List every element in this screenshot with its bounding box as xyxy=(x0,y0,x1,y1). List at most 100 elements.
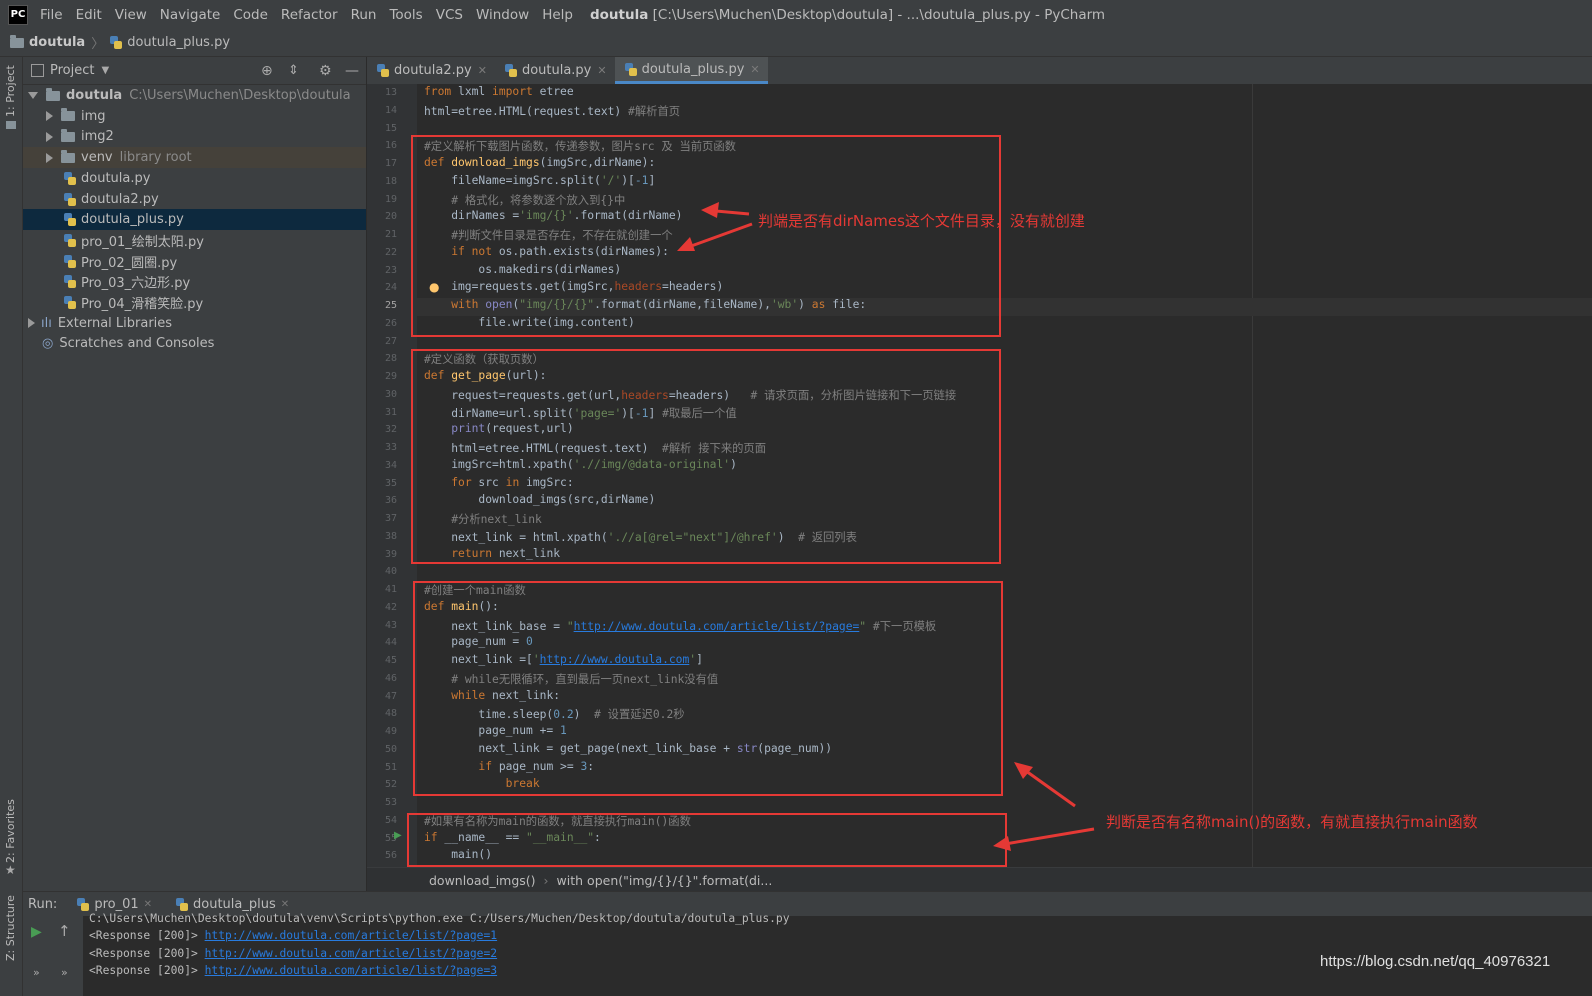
tab-doutula2-py[interactable]: doutula2.py ✕ xyxy=(367,57,495,84)
project-view-selector[interactable]: Project xyxy=(50,63,94,78)
breadcrumb-file[interactable]: doutula_plus.py xyxy=(127,35,230,50)
tree-item-label: Scratches and Consoles xyxy=(59,336,215,352)
menu-bar: PC File Edit View Navigate Code Refactor Run To… xyxy=(0,0,1592,30)
project-tool-button[interactable]: 1: Project xyxy=(4,65,17,117)
tree-item[interactable]: Pro_02_圆圈.py xyxy=(23,251,366,272)
menu-item-view[interactable]: View xyxy=(115,7,147,23)
collapse-arrow-icon[interactable] xyxy=(28,318,35,329)
response-text: <Response [200]> xyxy=(89,929,205,942)
collapse-arrow-icon[interactable] xyxy=(46,111,53,122)
tree-item-label: Pro_03_六边形.py xyxy=(81,276,191,292)
annotation-dirnames: 判端是否有dirNames这个文件目录，没有就创建 xyxy=(758,212,1085,230)
more-actions-icon[interactable]: » xyxy=(61,966,68,979)
tree-item-label: doutula.py xyxy=(81,170,151,186)
more-icon[interactable]: » xyxy=(33,966,40,979)
run-tab-doutula_plus[interactable]: doutula_plus ✕ xyxy=(176,897,289,912)
tab-doutula-plus-py[interactable]: doutula_plus.py ✕ xyxy=(614,57,768,84)
project-tree: doutula C:\Users\Muchen\Desktop\doutula im… xyxy=(23,84,366,384)
chevron-down-icon[interactable]: ▼ xyxy=(101,65,109,76)
tree-item-label: Pro_04_滑稽笑脸.py xyxy=(81,297,204,312)
watermark: https://blog.csdn.net/qq_40976321 xyxy=(1320,953,1551,970)
rerun-icon[interactable]: ▶ xyxy=(31,924,42,940)
breadcrumb-project[interactable]: doutula xyxy=(29,35,85,50)
tree-item[interactable]: Pro_03_六边形.py xyxy=(23,271,366,292)
tree-item[interactable]: Pro_04_滑稽笑脸.py xyxy=(23,292,366,313)
tree-item[interactable]: img xyxy=(23,106,366,127)
tree-item-label: Pro_02_圆圈.py xyxy=(81,255,178,271)
tree-item[interactable]: ◎ Scratches and Consoles xyxy=(23,333,366,354)
folder-icon xyxy=(61,108,75,122)
gear-icon[interactable]: ⚙ xyxy=(319,63,332,79)
output-link[interactable]: http://www.doutula.com/article/list/?pag… xyxy=(205,964,497,977)
menu-item-refactor[interactable]: Refactor xyxy=(281,7,338,23)
menu-item-code[interactable]: Code xyxy=(233,7,268,23)
expand-arrow-icon[interactable] xyxy=(28,92,38,99)
run-tab-label: doutula_plus xyxy=(193,897,276,912)
scroll-up-icon[interactable]: ↑ xyxy=(58,922,71,940)
python-file-icon xyxy=(64,213,76,227)
tree-item-label: venv xyxy=(81,150,113,166)
favorites-tool-button[interactable]: 2: Favorites xyxy=(4,799,17,863)
tab-label: doutula_plus.py xyxy=(641,61,745,77)
menu-item-tools[interactable]: Tools xyxy=(389,7,422,23)
tree-item[interactable]: venv library root xyxy=(23,147,366,169)
collapse-arrow-icon[interactable] xyxy=(46,131,53,142)
folder-icon xyxy=(10,34,24,48)
tree-item[interactable]: doutula2.py xyxy=(23,189,366,210)
close-icon[interactable]: ✕ xyxy=(144,899,152,910)
project-panel-header: Project ▼ ⊕ ⇕ ⚙ — xyxy=(23,57,366,85)
tab-label: doutula.py xyxy=(521,63,592,78)
close-icon[interactable]: ✕ xyxy=(750,63,759,76)
close-icon[interactable]: ✕ xyxy=(281,899,289,910)
python-file-icon xyxy=(77,898,90,911)
tree-item[interactable]: doutula.py xyxy=(23,168,366,189)
python-file-icon xyxy=(176,898,189,911)
python-file-icon xyxy=(624,62,637,76)
tree-item-label: pro_01_绘制太阳.py xyxy=(81,234,204,250)
star-icon: ★ xyxy=(5,863,16,877)
crumb-statement[interactable]: with open("img/{}/{}".format(di... xyxy=(557,873,773,888)
code-editor[interactable]: 13 14 15 16 17 18 19 20 21 22 23 24 25 26 27 28 29 30 31 32… xyxy=(367,84,1592,867)
menu-item-help[interactable]: Help xyxy=(542,7,573,23)
collapse-arrow-icon[interactable] xyxy=(46,152,53,163)
editor-tabs: doutula2.py ✕ doutula.py ✕ doutula_plus.py ✕ xyxy=(367,57,1592,85)
output-link[interactable]: http://www.doutula.com/article/list/?pag… xyxy=(205,947,497,960)
tab-label: doutula2.py xyxy=(394,63,472,78)
breadcrumb-separator-icon: 〉 xyxy=(91,37,105,52)
tab-doutula-py[interactable]: doutula.py ✕ xyxy=(495,57,615,84)
tree-item[interactable]: pro_01_绘制太阳.py xyxy=(23,230,366,251)
structure-tool-button[interactable]: Z: Structure xyxy=(4,895,17,961)
close-icon[interactable]: ✕ xyxy=(478,64,487,77)
crumb-function[interactable]: download_imgs() xyxy=(429,873,536,888)
python-file-icon xyxy=(64,275,76,289)
tree-item[interactable]: ılı External Libraries xyxy=(23,313,366,334)
menu-item-edit[interactable]: Edit xyxy=(76,7,102,23)
menu-item-file[interactable]: File xyxy=(40,7,63,23)
scratch-icon: ◎ xyxy=(42,336,54,352)
menu-item-vcs[interactable]: VCS xyxy=(436,7,463,23)
tree-item[interactable]: img2 xyxy=(23,126,366,147)
annotation-arrows xyxy=(677,202,1095,851)
console-output-line: <Response [200]> http://www.doutula.com/… xyxy=(89,964,497,977)
run-tab-pro_01[interactable]: pro_01 ✕ xyxy=(77,897,152,912)
python-file-icon xyxy=(504,64,517,77)
collapse-all-icon[interactable]: ⇕ xyxy=(288,63,299,78)
menu-item-run[interactable]: Run xyxy=(351,7,377,23)
tree-item[interactable]: doutula_plus.py xyxy=(23,209,366,231)
output-link[interactable]: http://www.doutula.com/article/list/?pag… xyxy=(205,929,497,942)
left-tool-stripe: 1: Project 2: Favorites ★ Z: Structure xyxy=(0,57,23,996)
tree-item-label: doutula2.py xyxy=(81,191,159,207)
python-file-icon xyxy=(64,192,76,206)
window-title: doutula [C:\Users\Muchen\Desktop\doutula… xyxy=(589,6,1106,23)
menu-item-navigate[interactable]: Navigate xyxy=(160,7,221,23)
locate-icon[interactable]: ⊕ xyxy=(261,63,273,79)
response-text: <Response [200]> xyxy=(89,946,205,960)
minimize-icon[interactable]: — xyxy=(345,63,359,79)
project-tool-icon xyxy=(6,121,16,129)
python-file-icon xyxy=(64,254,76,268)
close-icon[interactable]: ✕ xyxy=(597,64,606,77)
tree-item-path: C:\Users\Muchen\Desktop\doutula xyxy=(129,88,351,103)
folder-icon xyxy=(61,149,75,163)
menu-item-window[interactable]: Window xyxy=(476,7,529,23)
tree-item[interactable]: doutula C:\Users\Muchen\Desktop\doutula xyxy=(23,85,366,106)
